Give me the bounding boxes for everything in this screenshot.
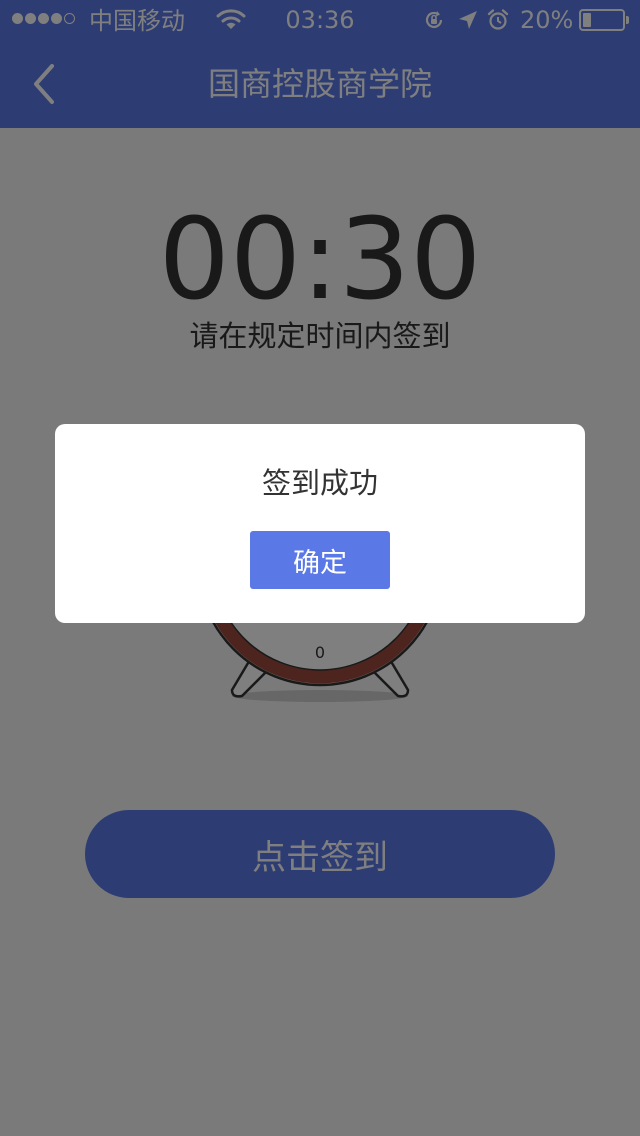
confirm-button[interactable]: 确定 (250, 531, 390, 589)
success-dialog: 签到成功 确定 (55, 424, 585, 623)
dialog-message: 签到成功 (261, 466, 378, 500)
modal-overlay[interactable]: 签到成功 确定 (0, 0, 640, 1136)
